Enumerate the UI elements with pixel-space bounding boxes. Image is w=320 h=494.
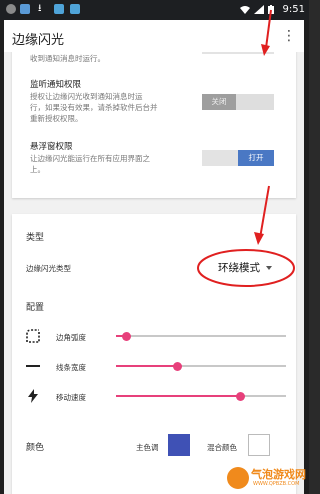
color-section-heading: 颜色 [26, 443, 45, 453]
toggle-label: 关闭 [202, 94, 236, 110]
slider-thumb[interactable] [235, 391, 245, 401]
overlay-permission-toggle[interactable]: 打开 [202, 150, 274, 166]
more-vert-icon[interactable]: ⋮ [282, 28, 296, 44]
line-width-label: 线条宽度 [56, 363, 86, 372]
edge-light-type-dropdown[interactable]: 环绕模式 [218, 260, 272, 275]
primary-color-label: 主色调 [136, 443, 159, 452]
notification-icon [70, 4, 80, 14]
notification-icon [20, 4, 30, 14]
move-speed-slider[interactable] [116, 390, 286, 402]
mix-color-label: 混合颜色 [207, 443, 237, 452]
line-weight-icon [26, 365, 40, 367]
status-time: 9:51 [282, 4, 305, 15]
notification-permission-desc-2: 行，如果没有效果，请杀掉软件后台并 [30, 103, 158, 112]
type-section-heading: 类型 [26, 233, 45, 243]
watermark-sub: WWW.QPBZB.COM [253, 481, 300, 487]
watermark-text: 气泡游戏网 [251, 468, 306, 481]
toggle-label: 打开 [238, 150, 274, 166]
partial-desc: 收到通知消息时运行。 [30, 54, 105, 63]
edge-light-settings-card: 类型 边缘闪光类型 环绕模式 配置 边角弧度 线条宽度 移动速度 颜色 主色调 … [12, 214, 296, 494]
phone-frame: ⭳ 9:51 边缘闪光 ⋮ 收到通知消息时运行。 监听通知权限 授权让边缘闪光收… [0, 0, 309, 494]
rounded-corner-icon [26, 329, 40, 343]
notification-icon [54, 4, 64, 14]
notification-icon [6, 4, 16, 14]
download-icon: ⭳ [38, 3, 42, 14]
watermark-circle-icon [227, 467, 249, 489]
dropdown-value: 环绕模式 [218, 262, 260, 274]
notification-permission-desc-3: 重新授权权限。 [30, 114, 83, 123]
notification-permission-title: 监听通知权限 [30, 80, 82, 90]
partial-toggle-remnant [202, 52, 274, 54]
slider-thumb[interactable] [121, 331, 131, 341]
watermark-logo: 气泡游戏网 WWW.QPBZB.COM [227, 466, 309, 492]
slider-fill [116, 365, 178, 367]
overlay-permission-title: 悬浮窗权限 [30, 142, 73, 152]
notification-permission-desc-1: 授权让边缘闪光收到通知消息时运 [30, 92, 143, 101]
chevron-down-icon [266, 266, 272, 270]
line-width-slider[interactable] [116, 360, 286, 372]
slider-thumb[interactable] [172, 361, 182, 371]
mix-color-swatch[interactable] [248, 434, 270, 456]
config-section-heading: 配置 [26, 303, 45, 313]
corner-radius-label: 边角弧度 [56, 333, 86, 342]
edge-light-type-label: 边缘闪光类型 [26, 264, 71, 273]
status-bar: ⭳ 9:51 [0, 0, 309, 20]
overlay-permission-desc-1: 让边缘闪光能运行在所有应用界面之 [30, 154, 150, 163]
slider-fill [116, 395, 241, 397]
slider-track [116, 335, 286, 337]
battery-icon [268, 5, 274, 14]
page-title: 边缘闪光 [12, 33, 65, 48]
permissions-card: 收到通知消息时运行。 监听通知权限 授权让边缘闪光收到通知消息时运 行，如果没有… [12, 52, 296, 198]
settings-content[interactable]: 收到通知消息时运行。 监听通知权限 授权让边缘闪光收到通知消息时运 行，如果没有… [4, 52, 304, 494]
app-bar: 边缘闪光 ⋮ [4, 20, 304, 52]
signal-icon [254, 5, 264, 14]
primary-color-swatch[interactable] [168, 434, 190, 456]
speed-bolt-icon [28, 389, 38, 403]
move-speed-label: 移动速度 [56, 393, 86, 402]
overlay-permission-desc-2: 上。 [30, 165, 45, 174]
notification-permission-toggle[interactable]: 关闭 [202, 94, 274, 110]
wifi-icon [240, 6, 250, 14]
corner-radius-slider[interactable] [116, 330, 286, 342]
